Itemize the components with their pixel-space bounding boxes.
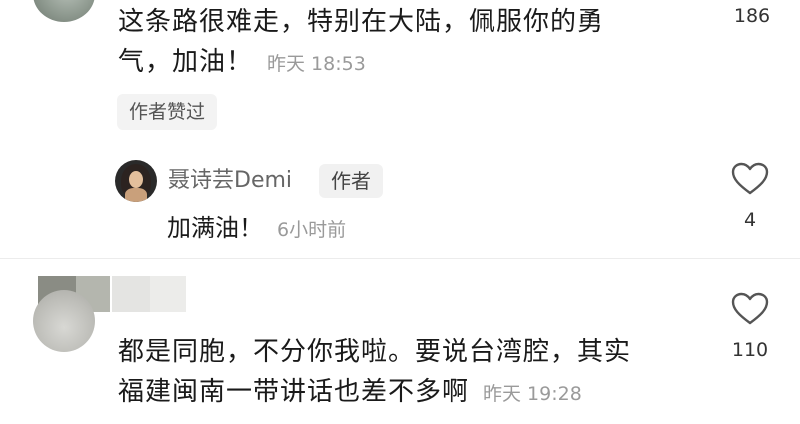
comment-text-line-end: 福建闽南一带讲话也差不多啊 — [118, 377, 470, 407]
comment-text-line: 这条路很难走，特别在大陆，佩服你的勇 — [118, 7, 605, 37]
reply-body: 加满油！ 6小时前 — [167, 208, 346, 250]
mosaic-block — [112, 276, 150, 312]
author-liked-badge: 作者赞过 — [117, 94, 218, 130]
comment-text-line: 福建闽南一带讲话也差不多啊 昨天 19:28 — [118, 372, 698, 414]
author-tag: 作者 — [319, 164, 383, 198]
comment-body: 这条路很难走，特别在大陆，佩服你的勇 气，加油！ 昨天 18:53 — [118, 2, 678, 84]
like-count: 110 — [731, 339, 769, 361]
reply-username[interactable]: 聂诗芸Demi — [168, 166, 292, 196]
comment-timestamp: 昨天 19:28 — [483, 383, 582, 405]
reply-text: 加满油！ — [167, 214, 263, 242]
like-count: 4 — [743, 209, 757, 231]
comment-timestamp: 昨天 18:53 — [267, 53, 366, 75]
commenter-avatar[interactable] — [33, 290, 95, 352]
comment-body: 都是同胞，不分你我啦。要说台湾腔，其实 福建闽南一带讲话也差不多啊 昨天 19:2… — [118, 332, 698, 414]
commenter-avatar[interactable] — [33, 0, 95, 22]
comment-text-line: 都是同胞，不分你我啦。要说台湾腔，其实 — [118, 337, 632, 367]
comment-text-line-end: 气，加油！ — [118, 47, 254, 77]
heart-icon[interactable] — [731, 162, 769, 196]
like-count: 186 — [733, 5, 771, 27]
heart-icon[interactable] — [731, 292, 769, 326]
comment-thread: 这条路很难走，特别在大陆，佩服你的勇 气，加油！ 昨天 18:53 186 作者赞… — [0, 0, 800, 424]
mosaic-block — [150, 276, 186, 312]
comment-text-line: 气，加油！ 昨天 18:53 — [118, 42, 678, 84]
reply-author-avatar[interactable] — [115, 160, 157, 202]
reply-timestamp: 6小时前 — [277, 219, 347, 241]
divider — [0, 258, 800, 259]
